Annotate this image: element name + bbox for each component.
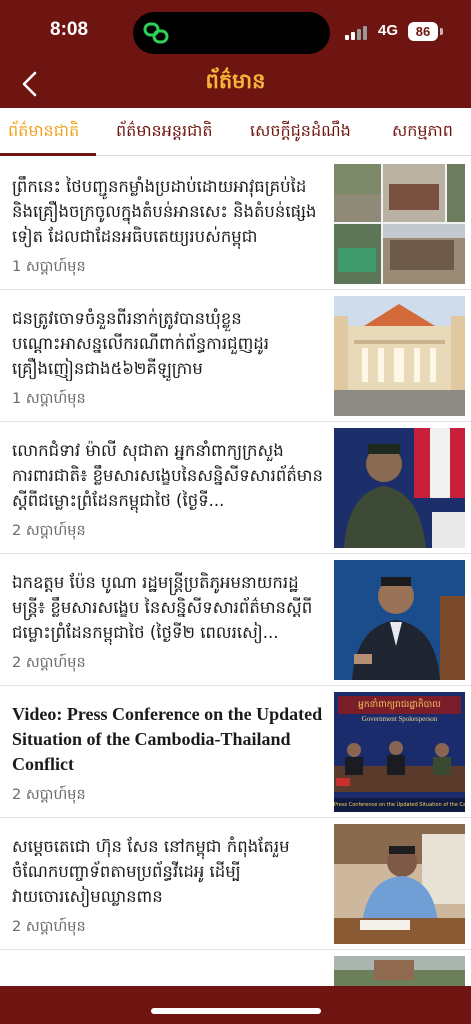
network-type: 4G <box>378 22 399 39</box>
news-item[interactable]: លោកជំទាវ ម៉ាលី សុជាតា អ្នកនាំពាក្យក្រសួង… <box>0 422 471 554</box>
thumb-subtitle: Government Spokesperson <box>361 715 438 723</box>
news-headline[interactable]: ជនត្រូវចោទចំនួនពីរនាក់ត្រូវបានឃុំខ្លួន ប… <box>12 306 324 381</box>
news-item[interactable]: ជនត្រូវចោទចំនួនពីរនាក់ត្រូវបានឃុំខ្លួន ប… <box>0 290 471 422</box>
news-time: 1 សប្តាហ៍មុន <box>12 391 86 407</box>
news-time: 2 សប្តាហ៍មុន <box>12 787 86 803</box>
news-headline[interactable]: ព្រឹកនេះ ថៃបញ្ជូនកម្លាំងប្រដាប់ដោយអាវុធគ… <box>12 174 324 249</box>
app-header: 8:08 4G 86 ព័ត៌មាន <box>0 0 471 108</box>
news-item[interactable]: Video: Press Conference on the Updated S… <box>0 686 471 818</box>
news-time: 2 សប្តាហ៍មុន <box>12 919 86 935</box>
news-headline[interactable]: លោកជំទាវ ម៉ាលី សុជាតា អ្នកនាំពាក្យក្រសួង… <box>12 438 324 513</box>
news-item[interactable]: ព្រឹកនេះ ថៃបញ្ជូនកម្លាំងប្រដាប់ដោយអាវុធគ… <box>0 158 471 290</box>
news-thumbnail[interactable] <box>334 560 465 680</box>
page-title: ព័ត៌មាន <box>205 69 266 93</box>
news-thumbnail[interactable] <box>334 824 465 944</box>
news-thumbnail[interactable] <box>334 428 465 548</box>
tab-announcements[interactable]: សេចក្តីជូនដំណឹង <box>250 108 351 155</box>
link-icon <box>143 22 169 44</box>
battery-tip <box>440 28 443 35</box>
news-headline[interactable]: ឯកឧត្តម ប៉ែន បូណា រដ្ឋមន្ត្រីប្រតិភូអមនា… <box>12 570 324 645</box>
news-thumbnail[interactable]: អ្នកនាំពាក្យរាជរដ្ឋាភិបាល Government Spo… <box>334 692 465 812</box>
news-thumbnail[interactable] <box>334 296 465 416</box>
news-headline[interactable]: សម្ដេចតេជោ ហ៊ុន សែន នៅកម្ពុជា កំពុងតែរួម… <box>12 834 324 909</box>
status-bar: 8:08 4G 86 <box>0 0 471 60</box>
tab-national-news[interactable]: ព័ត៌មានជាតិ <box>8 108 79 155</box>
category-tabs: ព័ត៌មានជាតិ ព័ត៌មានអន្តរជាតិ សេចក្តីជូនដ… <box>0 108 471 156</box>
status-time: 8:08 <box>50 19 89 40</box>
bottom-bar <box>0 986 471 1024</box>
news-item[interactable]: សម្ដេចតេជោ ហ៊ុន សែន នៅកម្ពុជា កំពុងតែរួម… <box>0 818 471 950</box>
news-time: 2 សប្តាហ៍មុន <box>12 655 86 671</box>
dynamic-island <box>133 12 330 54</box>
home-indicator[interactable] <box>151 1008 321 1014</box>
news-item[interactable] <box>0 950 471 990</box>
battery-icon: 86 <box>408 22 438 41</box>
thumb-caption: Press Conference on the Updated Situatio… <box>334 798 465 812</box>
news-item[interactable]: ឯកឧត្តម ប៉ែន បូណា រដ្ឋមន្ត្រីប្រតិភូអមនា… <box>0 554 471 686</box>
news-thumbnail[interactable] <box>334 956 465 990</box>
news-headline[interactable]: Video: Press Conference on the Updated S… <box>12 702 324 777</box>
news-time: 1 សប្តាហ៍មុន <box>12 259 86 275</box>
active-tab-indicator <box>0 153 96 156</box>
news-thumbnail[interactable] <box>334 164 465 284</box>
tab-international-news[interactable]: ព័ត៌មានអន្តរជាតិ <box>116 108 212 155</box>
news-time: 2 សប្តាហ៍មុន <box>12 523 86 539</box>
signal-icon <box>345 24 371 40</box>
thumb-speakers <box>334 741 465 792</box>
tab-activities[interactable]: សកម្មភាព <box>392 108 453 155</box>
thumb-banner: អ្នកនាំពាក្យរាជរដ្ឋាភិបាល <box>338 696 461 714</box>
